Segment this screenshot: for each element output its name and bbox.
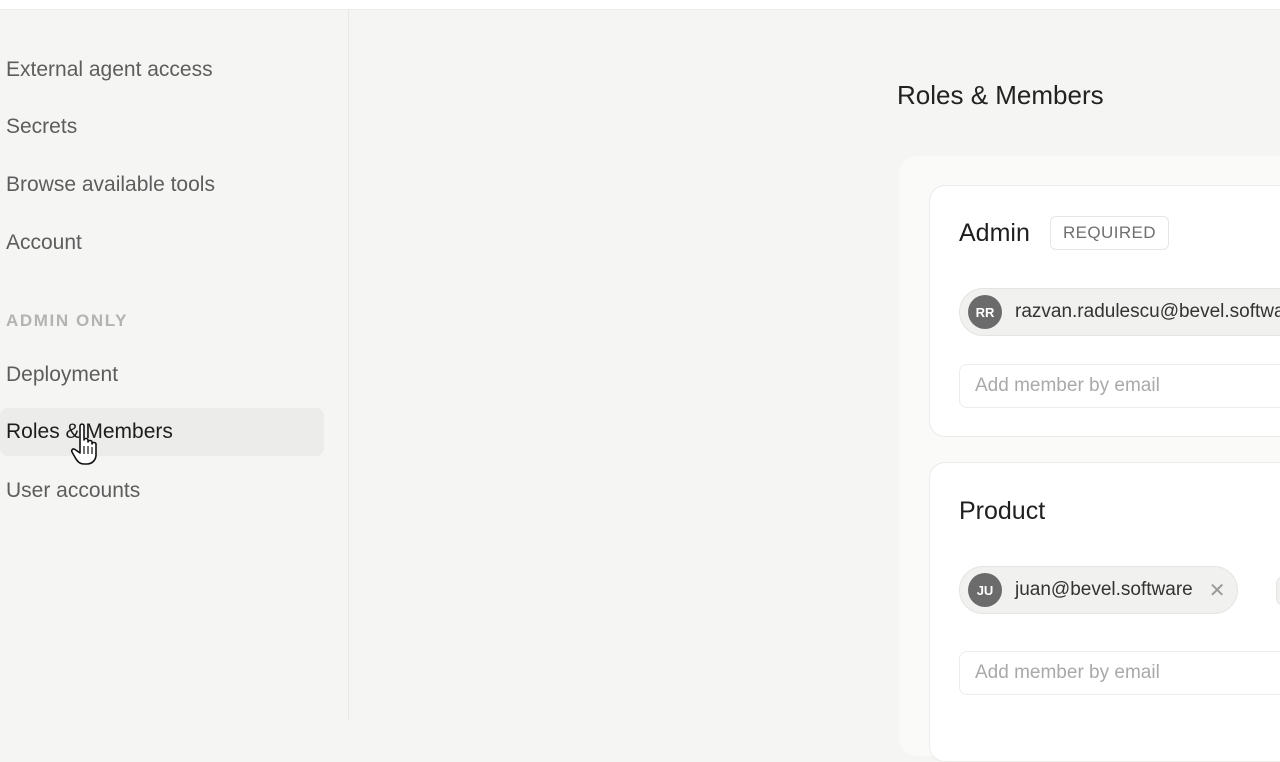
sidebar-item-external-agent-access[interactable]: External agent access [0, 46, 324, 94]
required-badge: REQUIRED [1050, 216, 1169, 250]
member-chip-partial [1276, 576, 1280, 606]
sidebar-item-secrets[interactable]: Secrets [0, 103, 324, 151]
role-card-admin: Admin REQUIRED RR razvan.radulescu@bevel… [929, 185, 1280, 437]
member-email: razvan.radulescu@bevel.software [1015, 301, 1280, 322]
sidebar-item-account[interactable]: Account [0, 219, 324, 267]
top-bar [0, 0, 1280, 10]
sidebar-item-deployment[interactable]: Deployment [0, 351, 324, 399]
sidebar: External agent access Secrets Browse ava… [0, 10, 349, 720]
avatar: RR [968, 295, 1002, 329]
member-chip: RR razvan.radulescu@bevel.software [959, 288, 1280, 336]
page-title: Roles & Members [897, 80, 1104, 110]
close-icon[interactable]: ✕ [1209, 578, 1226, 603]
member-chip: JU juan@bevel.software ✕ [959, 566, 1239, 614]
role-card-product: Product JU juan@bevel.software ✕ [929, 462, 1280, 762]
add-member-input[interactable] [959, 364, 1280, 408]
avatar: JU [968, 573, 1002, 607]
sidebar-item-browse-available-tools[interactable]: Browse available tools [0, 161, 324, 209]
main-content: Roles & Members Admin REQUIRED RR razvan… [349, 10, 1280, 762]
role-name: Product [959, 497, 1046, 525]
sidebar-item-roles-members[interactable]: Roles & Members [0, 408, 324, 456]
admin-only-section-label: ADMIN ONLY [6, 311, 129, 330]
member-email: juan@bevel.software [1015, 579, 1193, 600]
add-member-input[interactable] [959, 651, 1280, 695]
role-name: Admin [959, 219, 1030, 247]
sidebar-item-user-accounts[interactable]: User accounts [0, 467, 324, 515]
